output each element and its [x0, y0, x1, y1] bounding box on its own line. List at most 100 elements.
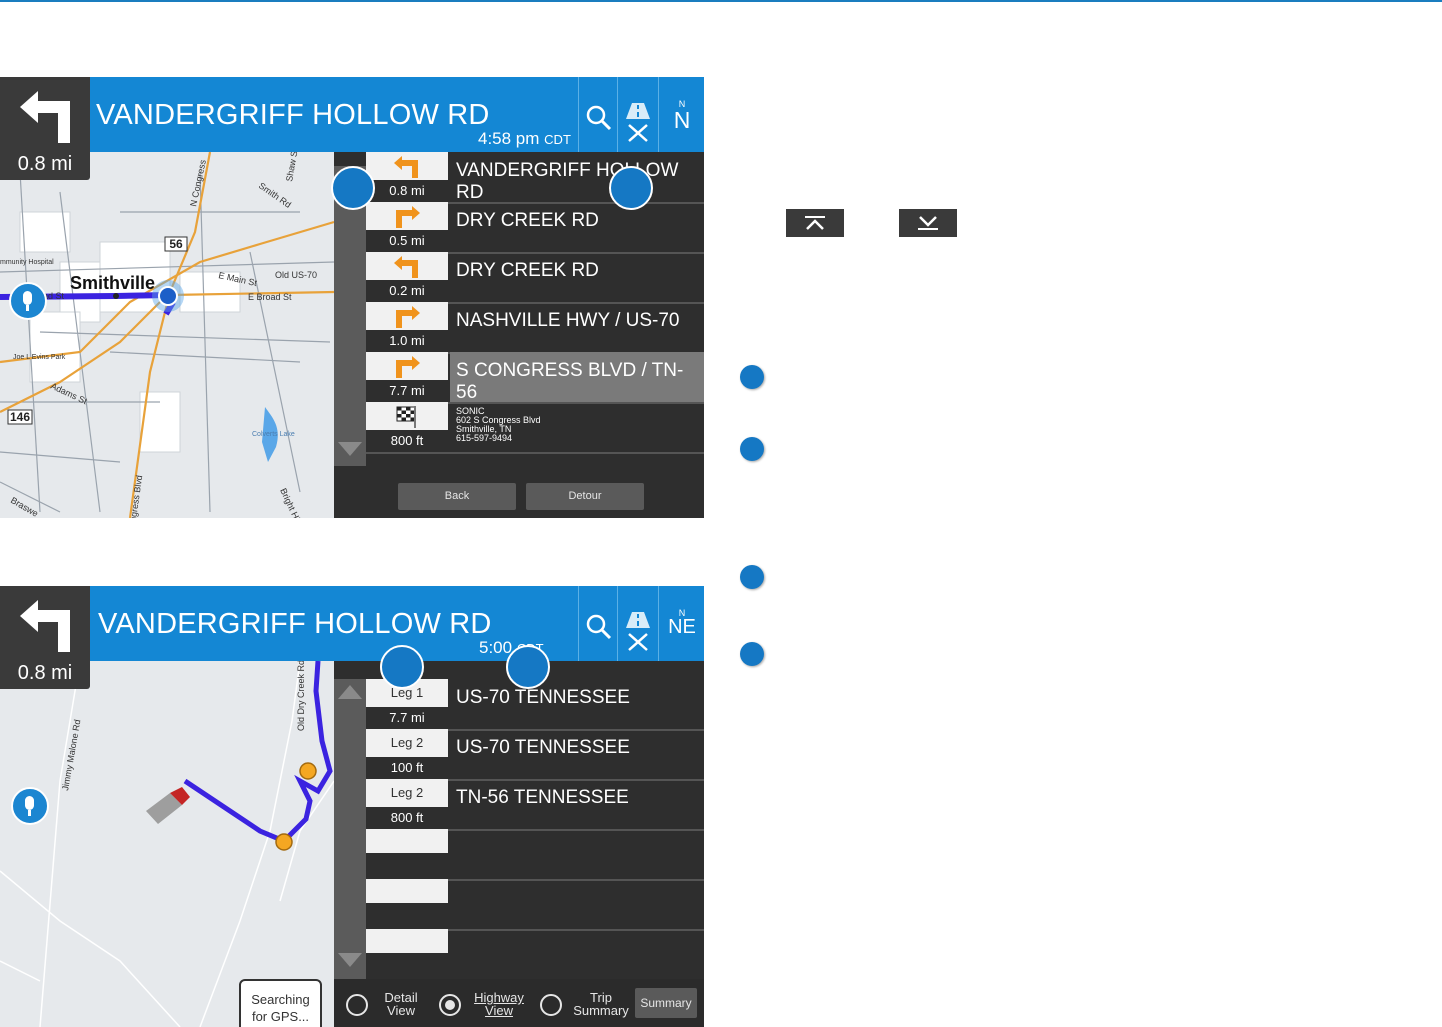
- compass-button[interactable]: N N: [658, 77, 704, 152]
- avoid-road-icon: [626, 612, 650, 651]
- turn-distance: 7.7 mi: [366, 380, 448, 402]
- scroll-down-icon[interactable]: [338, 442, 362, 456]
- old-us70-label: Old US-70: [275, 270, 317, 280]
- turn-distance: 0.5 mi: [366, 230, 448, 252]
- turn-left-icon: [20, 91, 70, 143]
- map-canvas: Old Dry Creek Rd Jimmy Malone Rd: [0, 660, 335, 1027]
- search-icon: [586, 614, 612, 640]
- highway-list-item[interactable]: Leg 2 800 ft TN-56 TENNESSEE: [366, 779, 704, 831]
- turn-distance: 1.0 mi: [366, 330, 448, 352]
- highway-list-item[interactable]: Leg 2 100 ft US-70 TENNESSEE: [366, 729, 704, 781]
- scroll-to-top-icon: [805, 216, 825, 230]
- highway-view-label[interactable]: Highway View: [468, 991, 530, 1017]
- callout-marker-4: [506, 645, 550, 689]
- highway-view-screen: VANDERGRIFF HOLLOW RD 5:00 CDT N NE 0.8 …: [0, 586, 704, 1027]
- avoid-road-icon: [626, 103, 650, 142]
- callout-marker-3: [380, 645, 424, 689]
- road-name: VANDERGRIFF HOLLOW RD: [98, 608, 492, 640]
- empty-leg-slot: [366, 829, 448, 853]
- heading-label: N: [673, 107, 691, 133]
- route-56-label: 56: [169, 237, 183, 251]
- microphone-button[interactable]: [11, 787, 49, 825]
- microphone-button[interactable]: [9, 282, 47, 320]
- scroll-down-icon[interactable]: [338, 953, 362, 967]
- road-name: VANDERGRIFF HOLLOW RD: [96, 99, 490, 131]
- turn-distance: 800 ft: [366, 430, 448, 452]
- avoid-road-button[interactable]: [617, 77, 658, 152]
- summary-button[interactable]: Summary: [635, 988, 697, 1018]
- turn-road-name: VANDERGRIFF HOLLOW RD: [456, 160, 679, 203]
- trip-summary-label[interactable]: Trip Summary: [570, 991, 632, 1017]
- nav-header: VANDERGRIFF HOLLOW RD 4:58 pm CDT N N: [0, 77, 704, 152]
- scroll-to-bottom-button: [899, 209, 957, 237]
- lake-label: Colverts Lake: [252, 431, 295, 438]
- scroll-up-icon[interactable]: [338, 685, 362, 699]
- turn-distance: 0.8 mi: [366, 180, 448, 202]
- turn-road-name: DRY CREEK RD: [456, 260, 599, 281]
- map-view[interactable]: Old Dry Creek Rd Jimmy Malone Rd Searchi…: [0, 660, 335, 1027]
- turn-list-item[interactable]: 0.8 mi VANDERGRIFF HOLLOW RD: [366, 152, 704, 204]
- turn-road-name: DRY CREEK RD: [456, 210, 599, 231]
- highway-list-item[interactable]: [366, 929, 704, 981]
- empty-leg-slot: [366, 929, 448, 953]
- leg-label: Leg 2: [366, 779, 448, 807]
- leg-road-name: TN-56 TENNESSEE: [456, 787, 629, 808]
- detail-view-label[interactable]: Detail View: [374, 991, 428, 1017]
- nav-header: VANDERGRIFF HOLLOW RD 5:00 CDT N NE: [0, 586, 704, 661]
- map-canvas: 56 146 Smithville mmunity Hospital oad S…: [0, 150, 335, 518]
- turn-list-item[interactable]: 0.2 mi DRY CREEK RD: [366, 252, 704, 304]
- back-button[interactable]: Back: [398, 483, 516, 510]
- highway-list-item[interactable]: [366, 879, 704, 931]
- hospital-label: mmunity Hospital: [0, 259, 54, 266]
- checkered-flag-icon: [366, 402, 448, 430]
- highway-list-panel: Leg 1 7.7 mi US-70 TENNESSEE Leg 2 100 ft US-…: [334, 661, 704, 1027]
- turn-right-arrow-icon: [366, 302, 448, 330]
- callout-bullet-2: [740, 437, 764, 461]
- search-button[interactable]: [578, 586, 617, 661]
- callout-marker-2: [609, 166, 653, 210]
- turn-list-item[interactable]: 0.5 mi DRY CREEK RD: [366, 202, 704, 254]
- leg-label: Leg 2: [366, 729, 448, 757]
- turn-left-icon: [20, 600, 70, 652]
- callout-bullet-4: [740, 642, 764, 666]
- highway-view-radio[interactable]: [439, 994, 461, 1016]
- turn-right-arrow-icon: [366, 202, 448, 230]
- empty-leg-slot: [366, 879, 448, 903]
- turn-road-name: NASHVILLE HWY / US-70: [456, 310, 680, 331]
- old-dry-creek-label: Old Dry Creek Rd: [296, 661, 306, 731]
- detour-button[interactable]: Detour: [526, 483, 644, 510]
- destination-info: SONIC 602 S Congress Blvd Smithville, TN 61…: [456, 406, 541, 443]
- scroll-to-bottom-icon: [918, 216, 938, 230]
- turn-left-arrow-icon: [366, 152, 448, 180]
- search-button[interactable]: [578, 77, 617, 152]
- map-view[interactable]: 56 146 Smithville mmunity Hospital oad S…: [0, 150, 335, 518]
- scroll-to-top-button: [786, 209, 844, 237]
- avoid-road-button[interactable]: [617, 586, 658, 661]
- highway-list-item[interactable]: [366, 829, 704, 881]
- trip-summary-radio[interactable]: [540, 994, 562, 1016]
- turn-left-arrow-icon: [366, 252, 448, 280]
- list-scrollbar[interactable]: [334, 679, 366, 979]
- turn-list-item[interactable]: 1.0 mi NASHVILLE HWY / US-70: [366, 302, 704, 354]
- turn-distance: 0.2 mi: [366, 280, 448, 302]
- leg-road-name: US-70 TENNESSEE: [456, 737, 630, 758]
- leg-distance: 800 ft: [366, 807, 448, 829]
- search-icon: [586, 105, 612, 131]
- list-scrollbar[interactable]: [334, 166, 366, 466]
- turn-list-panel: 0.8 mi VANDERGRIFF HOLLOW RD 0.5 mi DRY CRE…: [334, 152, 704, 518]
- park-label: Joe L Evins Park: [13, 354, 66, 361]
- turn-road-name: S CONGRESS BLVD / TN-56: [450, 352, 704, 403]
- turn-list-screen: VANDERGRIFF HOLLOW RD 4:58 pm CDT N N 0.…: [0, 77, 704, 518]
- callout-bullet-3: [740, 565, 764, 589]
- route-146-label: 146: [10, 410, 30, 424]
- heading-label: NE: [668, 616, 696, 638]
- detail-view-radio[interactable]: [346, 994, 368, 1016]
- turn-right-arrow-icon: [366, 352, 448, 380]
- callout-bullet-1: [740, 365, 764, 389]
- turn-list-item[interactable]: 7.7 mi S CONGRESS BLVD / TN-56: [366, 352, 704, 404]
- gps-status-toast: Searching for GPS...: [239, 979, 322, 1027]
- leg-road-name: US-70 TENNESSEE: [456, 687, 630, 708]
- compass-button[interactable]: N NE: [658, 586, 704, 661]
- top-divider-line: [0, 0, 1442, 2]
- turn-list-item[interactable]: 800 ft SONIC 602 S Congress Blvd Smithville…: [366, 402, 704, 454]
